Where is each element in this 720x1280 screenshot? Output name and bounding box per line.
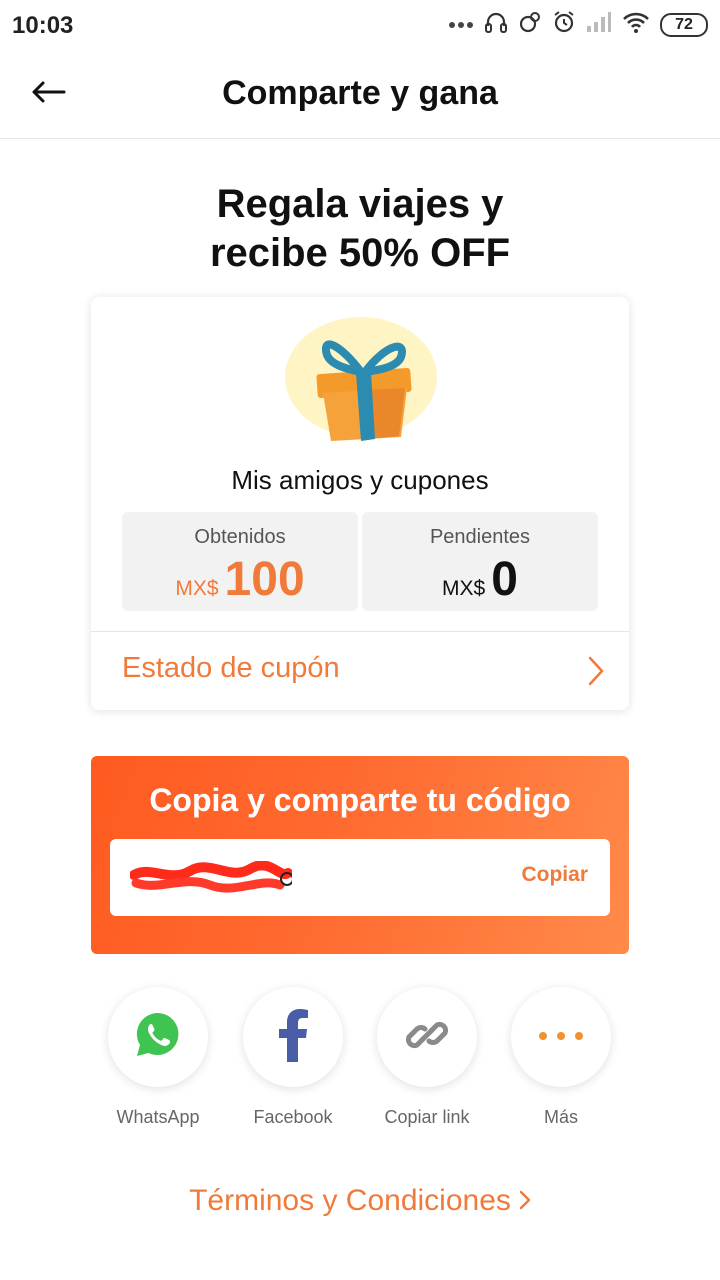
gift-illustration xyxy=(285,317,437,441)
coupons-card: Mis amigos y cupones Obtenidos MX$ 100 Pe… xyxy=(91,297,629,710)
coupon-status-link[interactable]: Estado de cupón xyxy=(91,632,629,710)
chevron-right-icon xyxy=(519,1185,531,1219)
coupon-status-label: Estado de cupón xyxy=(122,652,340,684)
earned-stat: Obtenidos MX$ 100 xyxy=(122,512,358,611)
chevron-right-icon xyxy=(587,656,605,691)
share-whatsapp-circle xyxy=(108,987,208,1087)
signal-icon xyxy=(586,11,612,38)
share-facebook-circle xyxy=(243,987,343,1087)
earned-value: MX$ 100 xyxy=(122,552,358,607)
pending-amount: 0 xyxy=(491,553,518,606)
copy-code-button[interactable]: Copiar xyxy=(521,863,588,887)
share-facebook-button[interactable]: Facebook xyxy=(228,987,358,1128)
share-code-panel: Copia y comparte tu código Copiar xyxy=(91,756,629,954)
hero-title: Regala viajes y recibe 50% OFF xyxy=(60,180,660,278)
page-title: Comparte y gana xyxy=(222,74,498,112)
headphones-icon xyxy=(484,10,508,39)
facebook-icon xyxy=(278,1008,308,1067)
sync-icon xyxy=(518,10,542,39)
share-more-label: Más xyxy=(543,1107,578,1127)
referral-code-field: Copiar xyxy=(110,839,610,916)
pending-stat: Pendientes MX$ 0 xyxy=(362,512,598,611)
whatsapp-icon xyxy=(133,1010,183,1065)
more-dots-icon xyxy=(448,16,474,34)
copy-link-circle xyxy=(377,987,477,1087)
terms-label: Términos y Condiciones xyxy=(189,1184,511,1217)
terms-link[interactable]: Términos y Condiciones xyxy=(0,1184,720,1219)
top-app-bar: Comparte y gana xyxy=(0,52,720,139)
hero-title-line2: recibe 50% OFF xyxy=(209,231,511,275)
copy-link-button[interactable]: Copiar link xyxy=(362,987,492,1128)
redacted-code xyxy=(130,861,292,893)
earned-label: Obtenidos xyxy=(194,526,286,548)
card-subtitle: Mis amigos y cupones xyxy=(231,465,489,495)
status-time: 10:03 xyxy=(12,12,74,39)
pending-value: MX$ 0 xyxy=(362,552,598,607)
alarm-icon xyxy=(552,10,576,39)
share-more-circle xyxy=(511,987,611,1087)
pending-currency: MX$ xyxy=(442,577,486,600)
share-more-button[interactable]: Más xyxy=(496,987,626,1128)
link-icon xyxy=(403,1011,451,1064)
share-whatsapp-button[interactable]: WhatsApp xyxy=(93,987,223,1128)
more-dots-icon xyxy=(538,1028,584,1046)
status-icons: 72 xyxy=(448,10,708,39)
pending-label: Pendientes xyxy=(429,526,531,548)
share-facebook-label: Facebook xyxy=(253,1107,333,1127)
share-whatsapp-label: WhatsApp xyxy=(116,1107,200,1127)
wifi-icon xyxy=(622,11,650,38)
earned-amount: 100 xyxy=(224,553,305,606)
status-bar: 10:03 72 xyxy=(0,0,720,52)
copy-link-label: Copiar link xyxy=(384,1107,470,1127)
battery-icon: 72 xyxy=(660,12,708,37)
earned-currency: MX$ xyxy=(175,577,219,600)
share-code-title: Copia y comparte tu código xyxy=(149,782,571,818)
hero-title-line1: Regala viajes y xyxy=(216,182,504,226)
